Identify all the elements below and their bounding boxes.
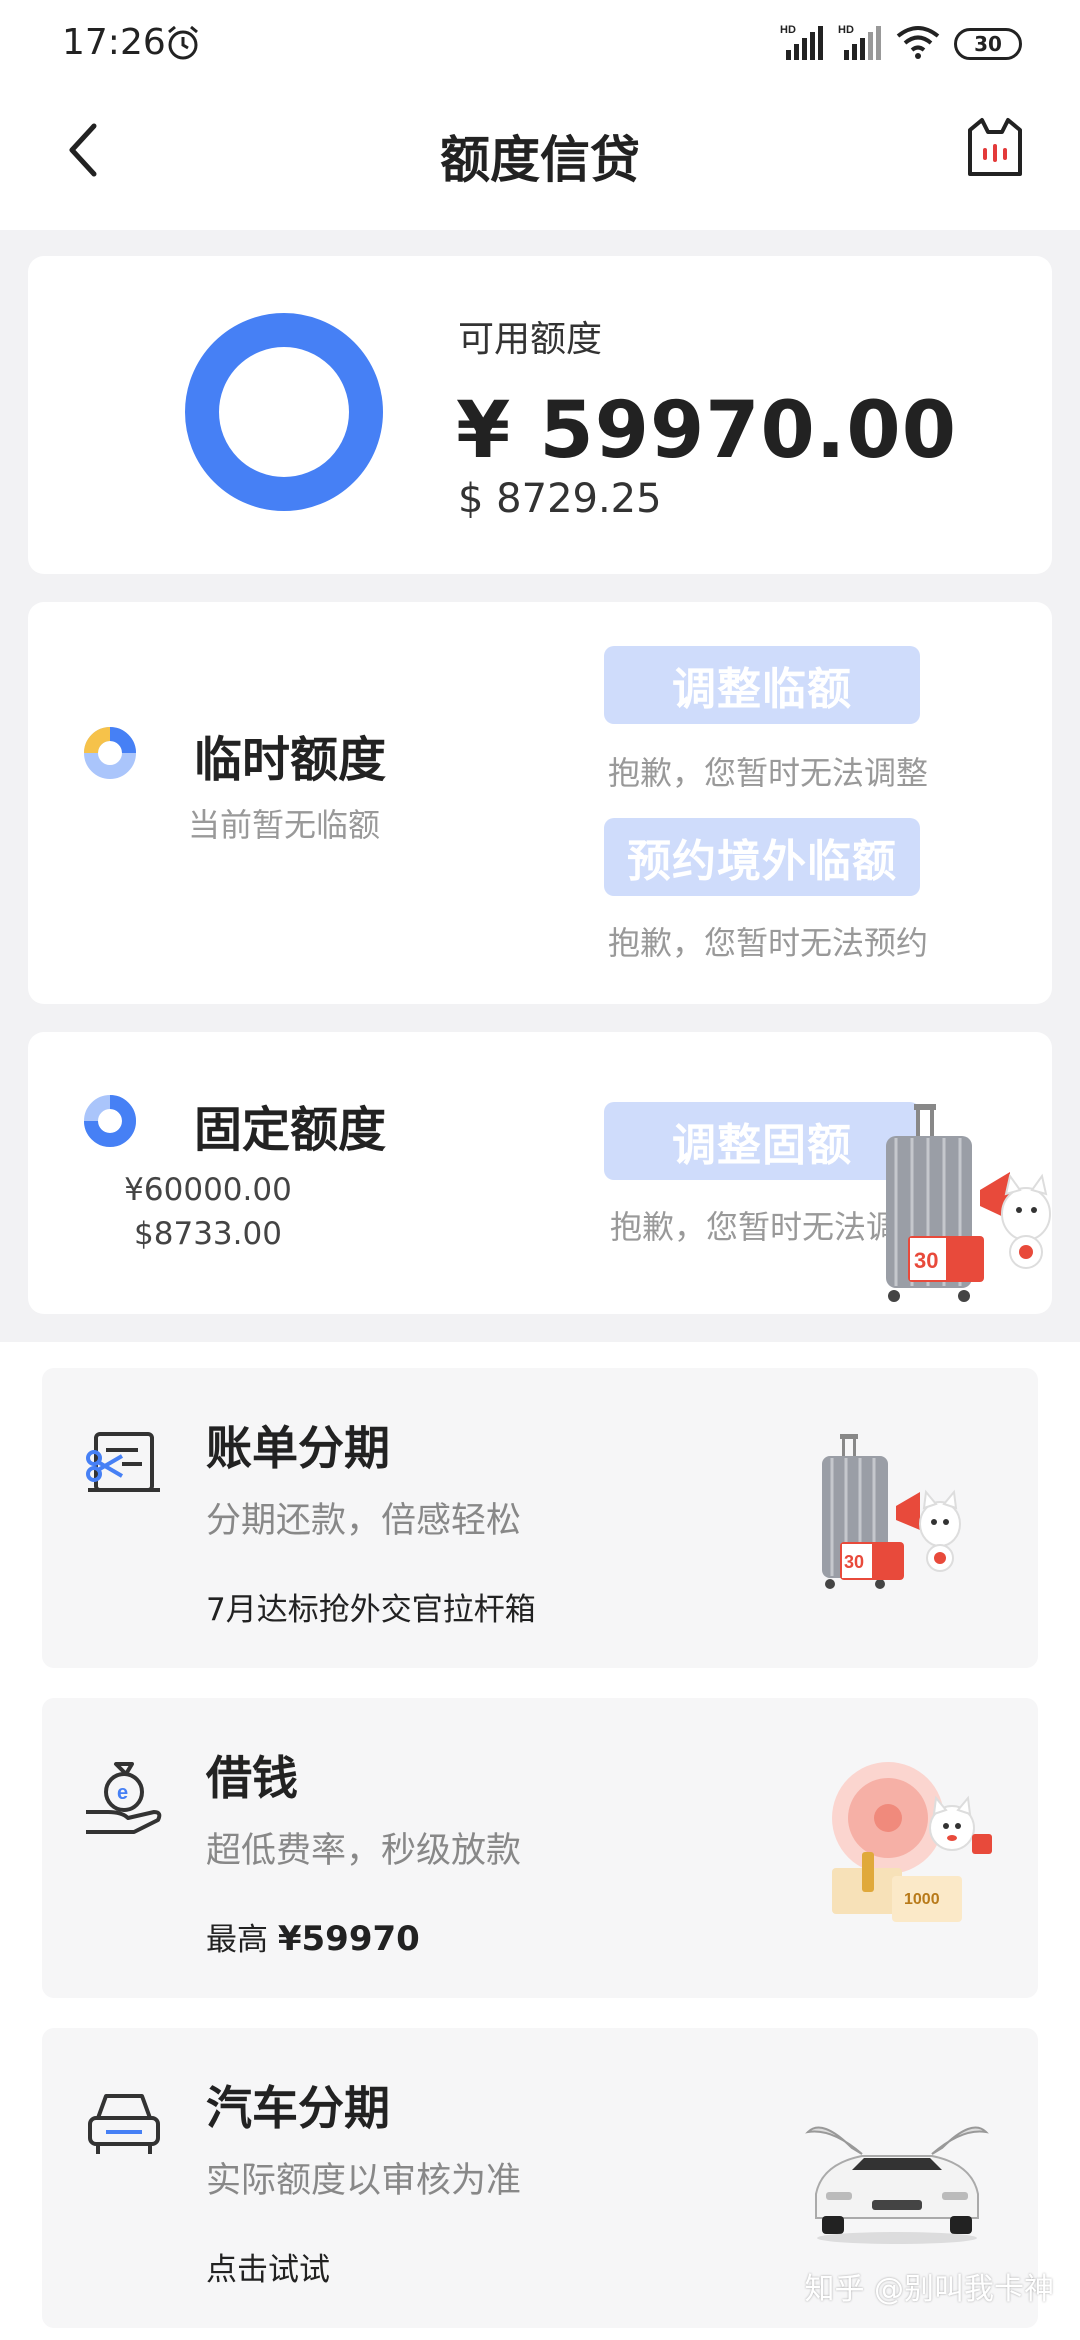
fixed-credit-pie-icon xyxy=(83,1094,137,1152)
feature-badge: 30 xyxy=(844,1552,864,1572)
temporary-credit-pie-icon xyxy=(83,726,137,784)
signal-icon: HD xyxy=(838,22,882,66)
money-bag-hand-icon: e xyxy=(82,1754,166,1842)
credit-ring-chart xyxy=(184,312,384,516)
signal-2-label: HD xyxy=(838,24,854,36)
wifi-icon xyxy=(896,24,940,64)
adjust-temporary-credit-button[interactable]: 调整临额 xyxy=(604,646,920,724)
feature-subtitle: 超低费率，秒级放款 xyxy=(206,1831,522,1871)
reserve-overseas-credit-button[interactable]: 预约境外临额 xyxy=(604,818,920,896)
feature-card-borrow[interactable]: e 借钱 超低费率，秒级放款 最高 ¥59970 1000 xyxy=(42,1698,1038,1998)
temporary-credit-title: 临时额度 xyxy=(194,732,387,788)
feature-footer-prefix: 最高 xyxy=(206,1922,268,1958)
bill-scissors-icon xyxy=(82,1424,166,1508)
feature-title: 账单分期 xyxy=(206,1421,390,1475)
navigation-bar: 额度信贷 xyxy=(0,90,1080,230)
status-indicators: HD HD 30 xyxy=(780,22,1022,66)
available-credit-usd: $ 8729.25 xyxy=(458,476,662,522)
promo-badge-text: 30 xyxy=(914,1248,938,1273)
feature-subtitle: 实际额度以审核为准 xyxy=(206,2161,522,2201)
status-time: 17:26 xyxy=(62,22,166,63)
feature-footer: 最高 ¥59970 xyxy=(206,1914,420,1959)
cat-mascot-icon[interactable] xyxy=(964,116,1026,184)
fixed-credit-cny: ¥60000.00 xyxy=(124,1172,292,1208)
battery-indicator: 30 xyxy=(954,28,1022,60)
suitcase-mascot-illustration: 30 xyxy=(812,1434,982,1608)
svg-text:e: e xyxy=(117,1782,128,1804)
temporary-credit-card: 临时额度 当前暂无临额 调整临额 抱歉，您暂时无法调整 预约境外临额 抱歉，您暂… xyxy=(28,602,1052,1004)
signal-1-label: HD xyxy=(780,24,796,36)
feature-title: 借钱 xyxy=(206,1751,298,1805)
reserve-overseas-note: 抱歉，您暂时无法预约 xyxy=(607,924,928,962)
feature-list-area: 账单分期 分期还款，倍感轻松 7月达标抢外交官拉杆箱 30 e 借钱 超低费率，… xyxy=(0,1342,1080,2340)
car-illustration xyxy=(802,2108,992,2252)
status-bar: 17:26 HD HD 30 xyxy=(0,0,1080,90)
fixed-credit-title: 固定额度 xyxy=(194,1102,387,1158)
coupon-amount: 1000 xyxy=(904,1891,940,1908)
watermark-text: 知乎 @别叫我卡神 xyxy=(804,2272,1054,2307)
alarm-clock-icon xyxy=(164,24,202,66)
feature-footer: 7月达标抢外交官拉杆箱 xyxy=(206,1592,536,1628)
signal-icon: HD xyxy=(780,22,824,66)
piggybank-mascot-illustration: 1000 xyxy=(812,1742,1002,1946)
feature-footer: 点击试试 xyxy=(206,2252,330,2288)
feature-subtitle: 分期还款，倍感轻松 xyxy=(206,1501,522,1541)
fixed-credit-card: 固定额度 ¥60000.00 $8733.00 调整固额 抱歉，您暂时无法调 3… xyxy=(28,1032,1052,1314)
adjust-temporary-note: 抱歉，您暂时无法调整 xyxy=(607,754,928,792)
max-loan-amount: ¥59970 xyxy=(277,1919,420,1959)
page-title: 额度信贷 xyxy=(440,131,640,189)
available-credit-cny: ¥ 59970.00 xyxy=(456,386,957,476)
temporary-credit-subtitle: 当前暂无临额 xyxy=(188,806,381,844)
feature-card-bill-installment[interactable]: 账单分期 分期还款，倍感轻松 7月达标抢外交官拉杆箱 30 xyxy=(42,1368,1038,1668)
feature-title: 汽车分期 xyxy=(206,2081,390,2135)
available-credit-label: 可用额度 xyxy=(458,319,603,360)
suitcase-promo-illustration[interactable]: 30 xyxy=(876,1102,1052,1314)
available-credit-card: 可用额度 ¥ 59970.00 $ 8729.25 xyxy=(28,256,1052,574)
fixed-credit-usd: $8733.00 xyxy=(134,1216,282,1252)
adjust-fixed-credit-button[interactable]: 调整固额 xyxy=(604,1102,920,1180)
car-icon xyxy=(82,2084,166,2168)
